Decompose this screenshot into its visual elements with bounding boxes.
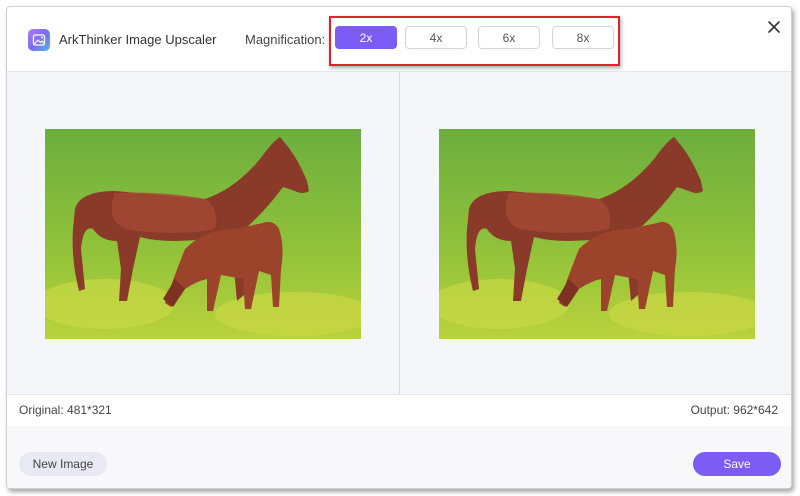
dialog-header: ArkThinker Image Upscaler Magnification:… — [7, 7, 791, 71]
new-image-button[interactable]: New Image — [19, 452, 107, 476]
app-title: ArkThinker Image Upscaler — [59, 32, 217, 47]
output-image — [439, 129, 755, 339]
close-icon[interactable] — [765, 18, 783, 36]
original-size-label: Original: 481*321 — [19, 403, 112, 417]
magnification-2x-button[interactable]: 2x — [335, 26, 397, 49]
magnification-label: Magnification: — [245, 32, 326, 47]
upscaler-dialog: ArkThinker Image Upscaler Magnification:… — [6, 6, 792, 489]
image-info-row: Original: 481*321 Output: 962*642 — [7, 396, 791, 426]
magnification-4x-button[interactable]: 4x — [405, 26, 467, 49]
dialog-footer: New Image Save — [7, 426, 791, 488]
output-size-label: Output: 962*642 — [690, 403, 778, 417]
original-image — [45, 129, 361, 339]
magnification-8x-button[interactable]: 8x — [552, 26, 614, 49]
magnification-6x-button[interactable]: 6x — [478, 26, 540, 49]
save-button[interactable]: Save — [693, 452, 781, 476]
preview-divider — [399, 72, 400, 394]
preview-area — [7, 71, 791, 395]
app-logo-icon — [28, 29, 50, 51]
